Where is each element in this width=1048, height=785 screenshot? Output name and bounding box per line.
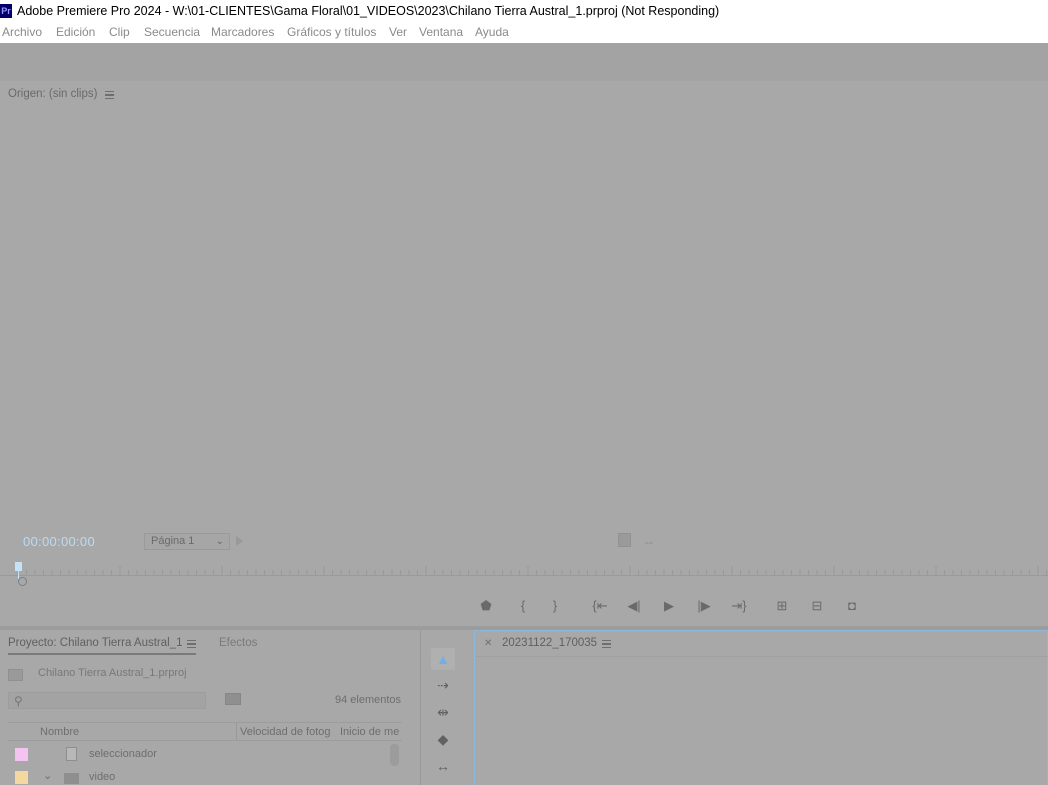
marker-icon[interactable]: ⬟ [479, 598, 493, 614]
tab-effects[interactable]: Efectos [219, 637, 257, 649]
drag-audio-icon[interactable]: ↔ [643, 534, 655, 548]
project-search-input[interactable] [8, 692, 206, 709]
source-monitor-title: Origen: (sin clips) [8, 88, 98, 100]
folder-icon [64, 773, 79, 784]
mark-in-icon[interactable]: { [516, 598, 530, 614]
column-frame-rate[interactable]: Velocidad de fotog [240, 726, 331, 738]
play-page-icon[interactable] [236, 536, 243, 546]
menu-edicion[interactable]: Edición [56, 25, 95, 39]
workspace-bar [0, 43, 1048, 81]
menu-ver[interactable]: Ver [389, 25, 407, 39]
project-panel-menu-icon[interactable] [187, 640, 196, 648]
page-select[interactable]: Página 1 ⌄ [144, 533, 230, 550]
window-titlebar: Pr Adobe Premiere Pro 2024 - W:\01-CLIEN… [0, 0, 1048, 23]
play-icon[interactable]: ▶ [661, 598, 677, 614]
menu-ayuda[interactable]: Ayuda [475, 25, 509, 39]
go-to-out-icon[interactable]: ⇥} [729, 598, 749, 614]
razor-tool-icon[interactable]: ◆ [431, 728, 455, 750]
chevron-down-icon: ⌄ [215, 536, 224, 547]
menu-clip[interactable]: Clip [109, 25, 130, 39]
timeline-panel-menu-icon[interactable] [602, 640, 611, 648]
slip-tool-icon[interactable]: ↔ [431, 755, 455, 777]
overwrite-icon[interactable]: ⊟ [806, 598, 828, 614]
column-separator[interactable] [236, 723, 237, 741]
label-color-swatch [15, 771, 28, 784]
project-scrollbar[interactable] [390, 744, 399, 766]
item-count: 94 elementos [335, 694, 402, 706]
column-media-start[interactable]: Inicio de me [340, 726, 399, 738]
tab-active-indicator [8, 653, 196, 655]
page-select-label: Página 1 [151, 535, 195, 547]
window-title: Adobe Premiere Pro 2024 - W:\01-CLIENTES… [17, 4, 720, 18]
column-header-row: Nombre Velocidad de fotog Inicio de me [8, 722, 402, 741]
source-time-ruler[interactable] [0, 562, 1048, 576]
sequence-icon [66, 747, 77, 761]
timeline-header-divider [475, 656, 1048, 657]
menu-archivo[interactable]: Archivo [2, 25, 42, 39]
project-file-name: Chilano Tierra Austral_1.prproj [38, 667, 187, 679]
project-bin-icon [8, 669, 23, 681]
zoom-scroll-knob[interactable] [18, 577, 27, 586]
list-item[interactable]: ⌄ video [8, 767, 402, 785]
selection-tool-icon[interactable]: ▲ [431, 648, 455, 670]
menu-graficos[interactable]: Gráficos y títulos [287, 25, 376, 39]
list-item-label: seleccionador [89, 748, 157, 760]
ripple-edit-tool-icon[interactable]: ⇹ [431, 701, 455, 723]
export-frame-icon[interactable]: ◘ [843, 598, 861, 614]
safe-margins-icon[interactable] [618, 533, 631, 547]
track-select-tool-icon[interactable]: ⇢ [431, 674, 455, 696]
list-item-label: video [89, 771, 116, 783]
new-search-bin-icon[interactable] [225, 693, 241, 705]
search-icon: ⚲ [14, 694, 23, 708]
tab-project[interactable]: Proyecto: Chilano Tierra Austral_1 [8, 637, 183, 649]
step-back-icon[interactable]: ◀| [626, 598, 642, 614]
source-timecode[interactable]: 00:00:00:00 [23, 534, 95, 549]
label-color-swatch [15, 748, 28, 761]
timeline-panel [474, 630, 1048, 785]
chevron-down-icon[interactable]: ⌄ [43, 769, 52, 782]
menu-bar: Archivo Edición Clip Secuencia Marcadore… [0, 23, 1048, 43]
insert-icon[interactable]: ⊞ [771, 598, 793, 614]
step-forward-icon[interactable]: |▶ [696, 598, 712, 614]
list-item[interactable]: seleccionador [8, 744, 402, 766]
menu-ventana[interactable]: Ventana [419, 25, 463, 39]
go-to-in-icon[interactable]: {⇤ [590, 598, 610, 614]
mark-out-icon[interactable]: } [548, 598, 562, 614]
close-icon[interactable]: ✕ [484, 638, 492, 649]
menu-marcadores[interactable]: Marcadores [211, 25, 274, 39]
menu-secuencia[interactable]: Secuencia [144, 25, 200, 39]
timeline-sequence-tab[interactable]: 20231122_170035 [502, 637, 597, 649]
source-panel-menu-icon[interactable] [105, 91, 114, 99]
premiere-logo-icon: Pr [0, 4, 12, 18]
column-nombre[interactable]: Nombre [40, 726, 79, 738]
